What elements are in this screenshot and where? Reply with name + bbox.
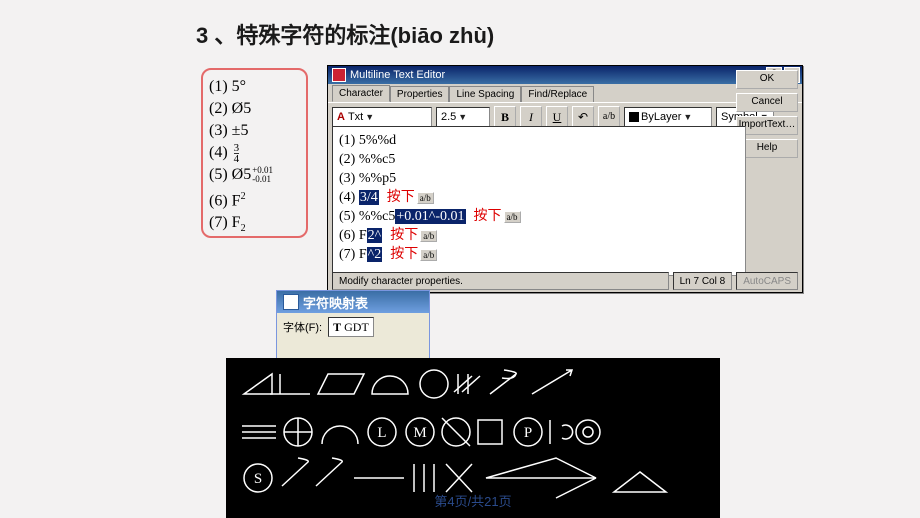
font-select-charmap[interactable]: T GDT: [328, 317, 374, 337]
color-select[interactable]: ByLayer ▼: [624, 107, 712, 127]
text-content-area[interactable]: (1) 5%%d (2) %%c5 (3) %%p5 (4) 3/4按下a/b …: [332, 126, 746, 276]
status-position: Ln 7 Col 8: [673, 272, 733, 290]
app-icon: [332, 68, 346, 82]
rendered-examples-box: (1) 5° (2) Ø5 (3) ±5 (4) 34 (5) Ø5+0.01-…: [201, 68, 308, 238]
window-title: Multiline Text Editor: [350, 69, 445, 81]
tab-bar: Character Properties Line Spacing Find/R…: [328, 84, 802, 102]
color-swatch-icon: [629, 112, 639, 122]
ok-button[interactable]: OK: [736, 70, 798, 89]
status-message: Modify character properties.: [332, 272, 669, 290]
svg-text:M: M: [413, 425, 426, 441]
chevron-down-icon: ▼: [458, 112, 467, 122]
character-map-window: 字符映射表 字体(F): T GDT: [276, 290, 430, 359]
tab-character[interactable]: Character: [332, 85, 390, 102]
gdt-glyphs-svg: L M P S: [236, 366, 710, 510]
section-heading: 3 、特殊字符的标注(biāo zhù): [196, 18, 494, 50]
svg-text:L: L: [377, 425, 386, 441]
stack-fraction-icon: a/b: [420, 230, 437, 242]
status-bar: Modify character properties. Ln 7 Col 8 …: [332, 272, 798, 290]
undo-button[interactable]: ↶: [572, 106, 594, 128]
italic-button[interactable]: I: [520, 106, 542, 128]
font-label: 字体(F):: [283, 319, 322, 335]
multiline-text-editor-window: Multiline Text Editor ? × Character Prop…: [327, 65, 803, 293]
status-autocaps: AutoCAPS: [736, 272, 798, 290]
charmap-icon: [283, 294, 299, 310]
stack-fraction-icon: a/b: [420, 249, 437, 261]
tab-find-replace[interactable]: Find/Replace: [521, 86, 594, 102]
svg-text:P: P: [524, 425, 532, 441]
stack-fraction-icon: a/b: [504, 211, 521, 223]
chevron-down-icon: ▼: [365, 112, 374, 122]
page-indicator: 第4页/共21页: [226, 491, 720, 510]
font-select[interactable]: A Txt ▼: [332, 107, 432, 127]
stack-fraction-icon: a/b: [417, 192, 434, 204]
window-titlebar: Multiline Text Editor ? ×: [328, 66, 802, 84]
bold-button[interactable]: B: [494, 106, 516, 128]
charmap-titlebar: 字符映射表: [277, 291, 429, 313]
underline-button[interactable]: U: [546, 106, 568, 128]
chevron-down-icon: ▼: [683, 112, 692, 122]
cancel-button[interactable]: Cancel: [736, 93, 798, 112]
svg-text:S: S: [254, 471, 262, 487]
tab-properties[interactable]: Properties: [390, 86, 450, 102]
tab-line-spacing[interactable]: Line Spacing: [449, 86, 521, 102]
stack-fraction-button[interactable]: a/b: [598, 106, 620, 128]
height-select[interactable]: 2.5 ▼: [436, 107, 490, 127]
gdt-symbols-panel: L M P S 第4页/共21页: [226, 358, 720, 518]
